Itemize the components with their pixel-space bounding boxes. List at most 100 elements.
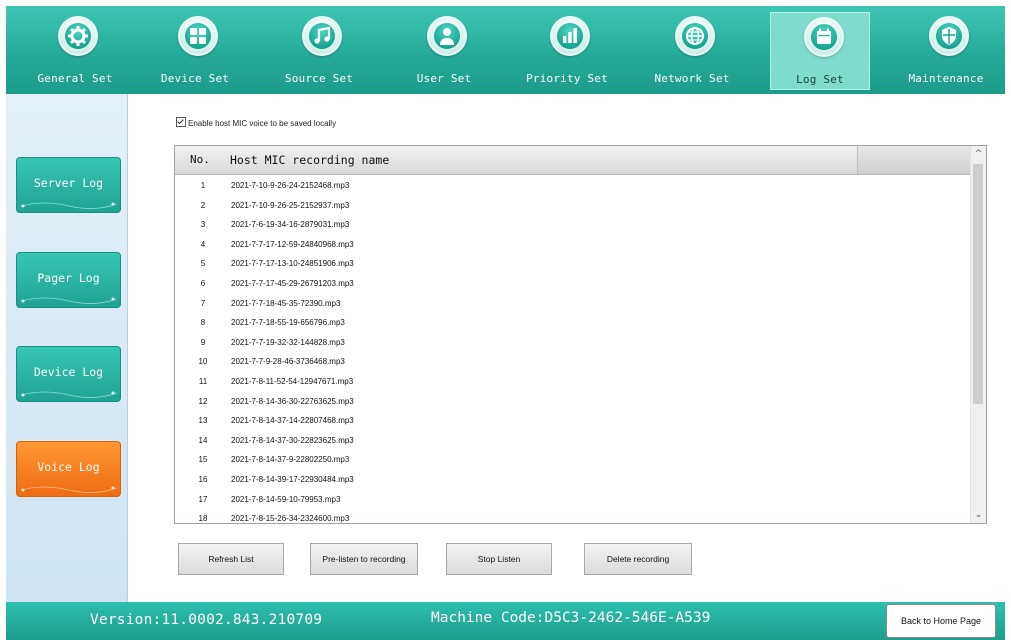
table-row[interactable]: 9 2021-7-7-19-32-32-144828.mp3 (175, 333, 970, 353)
sidebar-item-server-log[interactable]: Server Log (16, 157, 121, 213)
gear-icon (58, 16, 98, 56)
header-filler (857, 146, 971, 174)
row-filename: 2021-7-7-18-45-35-72390.mp3 (231, 298, 341, 308)
row-filename: 2021-7-8-14-36-30-22763625.mp3 (231, 396, 354, 406)
vertical-scrollbar[interactable]: ^ ⌄ (970, 146, 986, 523)
status-footer: Version:11.0002.843.210709 Machine Code:… (6, 602, 1005, 640)
tab-label: General Set (37, 72, 113, 85)
grid-icon (178, 16, 218, 56)
row-number: 15 (198, 455, 208, 465)
column-header-no[interactable]: No. (190, 153, 210, 166)
sidebar: Server Log Pager Log Device Log Voice Lo… (6, 94, 128, 602)
row-filename: 2021-7-8-14-37-14-22807468.mp3 (231, 416, 354, 426)
column-header-name[interactable]: Host MIC recording name (230, 153, 389, 167)
sidebar-item-label: Voice Log (37, 460, 100, 474)
table-row[interactable]: 3 2021-7-6-19-34-16-2879031.mp3 (175, 215, 970, 235)
table-row[interactable]: 7 2021-7-7-18-45-35-72390.mp3 (175, 294, 970, 314)
prelisten-button[interactable]: Pre-listen to recording (310, 543, 418, 575)
version-text: Version:11.0002.843.210709 (90, 612, 323, 628)
row-filename: 2021-7-10-9-26-25-2152937.mp3 (231, 200, 350, 210)
row-number: 6 (200, 278, 206, 288)
row-number: 1 (200, 181, 206, 190)
table-row[interactable]: 16 2021-7-8-14-39-17-22930484.mp3 (175, 470, 970, 490)
scroll-up-icon[interactable]: ^ (971, 146, 986, 162)
row-filename: 2021-7-8-11-52-54-12947671.mp3 (231, 376, 354, 386)
tab-label: Device Set (160, 72, 230, 85)
tab-user-set[interactable]: User Set (396, 6, 492, 94)
row-number: 11 (198, 376, 208, 386)
refresh-list-button[interactable]: Refresh List (178, 543, 284, 575)
row-filename: 2021-7-8-15-26-34-2324600.mp3 (231, 514, 350, 524)
row-number: 5 (200, 259, 206, 269)
tab-label: User Set (416, 72, 472, 85)
sidebar-item-label: Device Log (33, 365, 104, 379)
sidebar-item-pager-log[interactable]: Pager Log (16, 252, 121, 308)
tab-source-set[interactable]: Source Set (271, 6, 367, 94)
table-row[interactable]: 8 2021-7-7-18-55-19-656796.mp3 (175, 313, 970, 333)
tab-network-set[interactable]: Network Set (644, 6, 740, 94)
row-number: 18 (198, 514, 208, 524)
tab-device-set[interactable]: Device Set (147, 6, 243, 94)
row-number: 17 (198, 494, 208, 504)
bar-chart-icon (550, 16, 590, 56)
table-row[interactable]: 5 2021-7-7-17-13-10-24851906.mp3 (175, 254, 970, 274)
table-row[interactable]: 10 2021-7-7-9-28-46-3736468.mp3 (175, 352, 970, 372)
row-filename: 2021-7-8-14-39-17-22930484.mp3 (231, 474, 354, 484)
back-to-home-button[interactable]: Back to Home Page (886, 604, 996, 638)
scrollbar-thumb[interactable] (973, 164, 983, 404)
machine-code-text: Machine Code:D5C3-2462-546E-A539 (431, 610, 711, 626)
list-rows: 1 2021-7-10-9-26-24-2152468.mp3 2 2021-7-10… (175, 176, 970, 524)
tab-log-set[interactable]: Log Set (770, 12, 870, 90)
table-row[interactable]: 14 2021-7-8-14-37-30-22823625.mp3 (175, 431, 970, 451)
table-row[interactable]: 2 2021-7-10-9-26-25-2152937.mp3 (175, 196, 970, 216)
table-row[interactable]: 17 2021-7-8-14-59-10-79953.mp3 (175, 490, 970, 510)
table-row[interactable]: 15 2021-7-8-14-37-9-22802250.mp3 (175, 450, 970, 470)
row-number: 8 (200, 318, 206, 328)
tab-label: Source Set (284, 72, 354, 85)
table-row[interactable]: 1 2021-7-10-9-26-24-2152468.mp3 (175, 176, 970, 196)
row-number: 7 (200, 298, 206, 308)
tab-label: Priority Set (526, 72, 608, 85)
row-filename: 2021-7-7-17-13-10-24851906.mp3 (231, 259, 354, 269)
globe-icon (675, 16, 715, 56)
music-note-icon (302, 16, 342, 56)
shield-icon (929, 16, 969, 56)
row-number: 4 (200, 239, 206, 249)
tab-label: Log Set (796, 73, 844, 86)
calendar-icon (804, 17, 844, 57)
sidebar-item-device-log[interactable]: Device Log (16, 346, 121, 402)
stop-listen-button[interactable]: Stop Listen (446, 543, 552, 575)
recording-list[interactable]: No. Host MIC recording name 1 2021-7-10-9… (174, 145, 987, 524)
tab-priority-set[interactable]: Priority Set (519, 6, 615, 94)
row-filename: 2021-7-6-19-34-16-2879031.mp3 (231, 220, 350, 230)
row-number: 12 (198, 396, 208, 406)
row-filename: 2021-7-7-18-55-19-656796.mp3 (231, 318, 345, 328)
table-row[interactable]: 18 2021-7-8-15-26-34-2324600.mp3 (175, 509, 970, 524)
app-window: General Set Device Set Source Set User S… (0, 0, 1011, 640)
checkbox-checked-icon[interactable] (176, 117, 186, 127)
tab-label: Network Set (654, 72, 730, 85)
enable-local-save-checkbox[interactable]: Enable host MIC voice to be saved locall… (176, 117, 336, 128)
row-filename: 2021-7-7-17-45-29-26791203.mp3 (231, 278, 354, 288)
list-header: No. Host MIC recording name (175, 146, 971, 175)
scroll-down-icon[interactable]: ⌄ (971, 507, 986, 523)
top-toolbar: General Set Device Set Source Set User S… (6, 6, 1005, 94)
delete-recording-button[interactable]: Delete recording (584, 543, 692, 575)
table-row[interactable]: 11 2021-7-8-11-52-54-12947671.mp3 (175, 372, 970, 392)
row-filename: 2021-7-7-9-28-46-3736468.mp3 (231, 357, 345, 367)
tab-maintenance[interactable]: Maintenance (898, 6, 994, 94)
tab-label: Maintenance (908, 72, 984, 85)
row-filename: 2021-7-7-17-12-59-24840968.mp3 (231, 239, 354, 249)
row-number: 16 (198, 474, 208, 484)
sidebar-item-label: Server Log (33, 176, 104, 190)
sidebar-item-voice-log[interactable]: Voice Log (16, 441, 121, 497)
row-filename: 2021-7-7-19-32-32-144828.mp3 (231, 337, 345, 347)
tab-general-set[interactable]: General Set (27, 6, 123, 94)
row-number: 3 (200, 220, 206, 230)
table-row[interactable]: 13 2021-7-8-14-37-14-22807468.mp3 (175, 411, 970, 431)
row-number: 10 (198, 357, 208, 367)
table-row[interactable]: 6 2021-7-7-17-45-29-26791203.mp3 (175, 274, 970, 294)
table-row[interactable]: 12 2021-7-8-14-36-30-22763625.mp3 (175, 392, 970, 412)
row-number: 2 (200, 200, 206, 210)
table-row[interactable]: 4 2021-7-7-17-12-59-24840968.mp3 (175, 235, 970, 255)
